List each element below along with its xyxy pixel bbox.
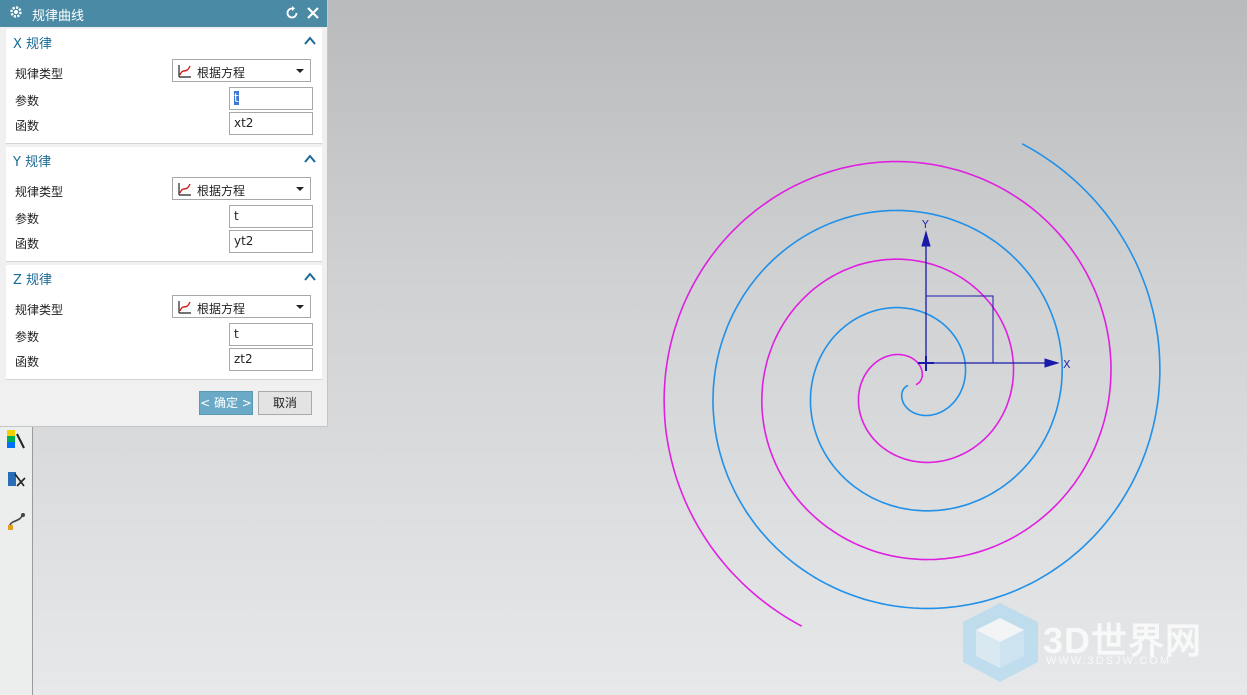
law-curve-dialog: 规律曲线 X 规律 规律类型 根据方程 参数 t 函数 xt2 Y 规律 规律类… — [0, 0, 328, 427]
y-axis-arrow-icon — [921, 230, 931, 247]
cancel-button[interactable]: 取消 — [258, 391, 312, 415]
law-type-label: 规律类型 — [15, 67, 64, 81]
ok-button[interactable]: < 确定 > — [199, 391, 253, 415]
parameter-label: 参数 — [15, 94, 40, 108]
parameter-label: 参数 — [15, 212, 40, 226]
analysis-tool-icon[interactable] — [5, 468, 27, 490]
close-icon[interactable] — [305, 5, 321, 24]
watermark-cube-icon — [963, 603, 1038, 682]
parameter-input[interactable]: t — [229, 205, 313, 228]
law-type-dropdown[interactable]: 根据方程 — [172, 177, 311, 200]
parameter-label: 参数 — [15, 330, 40, 344]
equation-law-icon — [177, 299, 193, 318]
curve-tool-icon[interactable] — [5, 510, 27, 532]
dropdown-arrow-icon — [296, 69, 304, 73]
parameter-input[interactable]: t — [229, 323, 313, 346]
equation-law-icon — [177, 181, 193, 200]
dialog-title: 规律曲线 — [32, 9, 85, 24]
equation-law-icon — [177, 63, 193, 82]
magenta-spiral-curve — [663, 160, 1112, 627]
dialog-title-bar[interactable]: 规律曲线 — [0, 0, 327, 27]
function-input[interactable]: zt2 — [229, 348, 313, 371]
collapse-chevron-up-icon[interactable] — [304, 35, 316, 49]
blue-spiral-curve — [712, 143, 1161, 610]
left-toolbar — [0, 426, 33, 695]
function-label: 函数 — [15, 355, 40, 369]
dropdown-arrow-icon — [296, 305, 304, 309]
group-x-header[interactable]: X 规律 — [13, 33, 52, 52]
law-type-value: 根据方程 — [197, 184, 246, 198]
group-y-law: Y 规律 规律类型 根据方程 参数 t 函数 yt2 — [6, 147, 322, 262]
function-input[interactable]: xt2 — [229, 112, 313, 135]
reset-icon[interactable] — [284, 5, 300, 24]
csys-plane-box — [925, 295, 994, 364]
law-type-label: 规律类型 — [15, 303, 64, 317]
law-type-label: 规律类型 — [15, 185, 64, 199]
dropdown-arrow-icon — [296, 187, 304, 191]
function-label: 函数 — [15, 119, 40, 133]
law-type-dropdown[interactable]: 根据方程 — [172, 295, 311, 318]
parameter-input[interactable]: t — [229, 87, 313, 110]
x-axis-label: X — [1063, 358, 1071, 371]
law-type-value: 根据方程 — [197, 66, 246, 80]
color-palette-tool-icon[interactable] — [5, 428, 27, 450]
law-type-value: 根据方程 — [197, 302, 246, 316]
watermark-url: WWW.3DSJW.COM — [1046, 655, 1171, 667]
collapse-chevron-up-icon[interactable] — [304, 271, 316, 285]
law-type-dropdown[interactable]: 根据方程 — [172, 59, 311, 82]
group-z-header[interactable]: Z 规律 — [13, 269, 52, 288]
collapse-chevron-up-icon[interactable] — [304, 153, 316, 167]
group-x-law: X 规律 规律类型 根据方程 参数 t 函数 xt2 — [6, 29, 322, 144]
gear-icon — [8, 4, 24, 23]
group-y-header[interactable]: Y 规律 — [13, 151, 51, 170]
x-axis-arrow-icon — [1044, 358, 1060, 368]
y-axis-label: Y — [921, 218, 929, 231]
function-label: 函数 — [15, 237, 40, 251]
function-input[interactable]: yt2 — [229, 230, 313, 253]
group-z-law: Z 规律 规律类型 根据方程 参数 t 函数 zt2 — [6, 265, 322, 380]
